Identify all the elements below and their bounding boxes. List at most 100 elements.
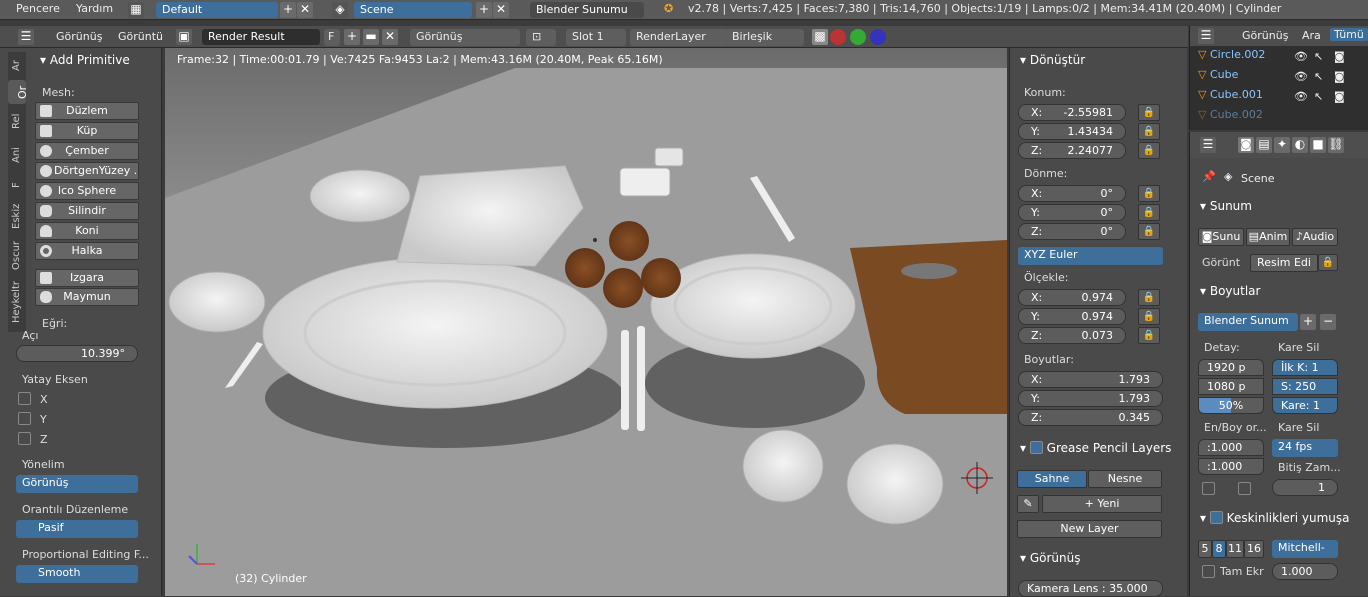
view-panel-title[interactable]: ▾ Görünüş: [1020, 551, 1081, 565]
layout-field[interactable]: Default: [156, 2, 278, 18]
new-layer-button[interactable]: New Layer: [1017, 520, 1162, 538]
animation-button[interactable]: ▤Anim: [1246, 228, 1290, 246]
location-x-field[interactable]: X: -2.55981: [1018, 104, 1126, 121]
lock-icon[interactable]: 🔒: [1138, 223, 1160, 240]
scene-tab-icon[interactable]: ✦: [1274, 137, 1290, 153]
layout-icon[interactable]: ▦: [128, 2, 144, 18]
add-ico-sphere-button[interactable]: Ico Sphere: [35, 182, 139, 200]
close-image-icon[interactable]: ✕: [382, 29, 398, 45]
add-cube-button[interactable]: Küp: [35, 122, 139, 140]
outliner-menu-view[interactable]: Görünüş: [1242, 29, 1288, 42]
time-remap-field[interactable]: 1: [1272, 479, 1338, 496]
dimension-z-field[interactable]: Z: 0.345: [1018, 409, 1163, 426]
render-button[interactable]: ◙Sunu: [1198, 228, 1244, 246]
dimension-x-field[interactable]: X: 1.793: [1018, 371, 1163, 388]
display-mode-select[interactable]: Görünüş: [410, 29, 520, 46]
fake-user-button[interactable]: F: [324, 29, 340, 46]
dimension-y-field[interactable]: Y: 1.793: [1018, 390, 1163, 407]
menu-help[interactable]: Yardım: [76, 2, 113, 15]
add-circle-button[interactable]: Çember: [35, 142, 139, 160]
crop-checkbox[interactable]: [1238, 482, 1251, 495]
lock-icon[interactable]: 🔒: [1138, 104, 1160, 121]
tab-physics[interactable]: F: [8, 174, 26, 196]
render-tab-icon[interactable]: ◙: [1238, 137, 1254, 153]
resolution-x-field[interactable]: 1920 p: [1198, 359, 1264, 376]
blue-channel-icon[interactable]: [870, 29, 886, 45]
tab-relations[interactable]: Rel: [8, 106, 26, 136]
aa-samples-5[interactable]: 5: [1198, 540, 1212, 558]
render-section-title[interactable]: ▾ Sunum: [1200, 199, 1252, 213]
scene-field[interactable]: Scene: [354, 2, 472, 18]
scale-z-field[interactable]: Z: 0.073: [1018, 327, 1126, 344]
aa-filter-select[interactable]: Mitchell-: [1272, 540, 1338, 558]
grease-pencil-title[interactable]: ▾ Grease Pencil Layers: [1020, 441, 1171, 455]
render-viewport[interactable]: Frame:32 | Time:00:01.79 | Ve:7425 Fa:94…: [165, 48, 1007, 596]
axis-x-checkbox[interactable]: [18, 392, 31, 405]
add-layout-icon[interactable]: +: [280, 2, 296, 18]
rotation-y-field[interactable]: Y: 0°: [1018, 204, 1126, 221]
green-channel-icon[interactable]: [850, 29, 866, 45]
display-select[interactable]: Resim Edi: [1250, 254, 1318, 272]
camera-lens-field[interactable]: Kamera Lens : 35.000: [1018, 580, 1163, 597]
proportional-edit-select[interactable]: Pasif: [16, 520, 138, 538]
border-checkbox[interactable]: [1202, 482, 1215, 495]
resolution-percent-slider[interactable]: 50%: [1198, 397, 1264, 414]
add-grid-button[interactable]: Izgara: [35, 269, 139, 287]
aspect-x-field[interactable]: :1.000: [1198, 439, 1264, 456]
lock-icon[interactable]: 🔒: [1318, 254, 1338, 271]
location-y-field[interactable]: Y: 1.43434: [1018, 123, 1126, 140]
menu-image[interactable]: Görüntü: [118, 30, 163, 43]
transform-title[interactable]: ▾ Dönüştür: [1020, 53, 1085, 67]
tab-tools[interactable]: Ar: [8, 52, 26, 80]
add-uv-sphere-button[interactable]: DörtgenYüzey ...: [35, 162, 139, 180]
add-torus-button[interactable]: Halka: [35, 242, 139, 260]
angle-field[interactable]: 10.399°: [16, 345, 138, 362]
add-cone-button[interactable]: Koni: [35, 222, 139, 240]
lock-icon[interactable]: 🔒: [1138, 289, 1160, 306]
add-scene-icon[interactable]: +: [476, 2, 492, 18]
rotation-z-field[interactable]: Z: 0°: [1018, 223, 1126, 240]
lock-icon[interactable]: 🔒: [1138, 142, 1160, 159]
scale-y-field[interactable]: Y: 0.974: [1018, 308, 1126, 325]
outliner-row[interactable]: ▽ Cube.001: [1198, 88, 1263, 106]
remove-scene-icon[interactable]: ✕: [493, 2, 509, 18]
rotation-x-field[interactable]: X: 0°: [1018, 185, 1126, 202]
resolution-y-field[interactable]: 1080 p: [1198, 378, 1264, 395]
filter-size-field[interactable]: 1.000: [1272, 563, 1338, 580]
render-engine-select[interactable]: Blender Sunumu: [530, 2, 644, 18]
new-image-icon[interactable]: +: [344, 29, 360, 45]
cursor-icon[interactable]: ↖: [1314, 70, 1323, 83]
camera-icon[interactable]: ◙: [1334, 90, 1345, 103]
tab-grease[interactable]: Eskiz: [8, 198, 26, 234]
eye-icon[interactable]: 👁: [1294, 70, 1308, 83]
location-z-field[interactable]: Z: 2.24077: [1018, 142, 1126, 159]
full-sample-checkbox[interactable]: [1202, 565, 1215, 578]
falloff-select[interactable]: Smooth: [16, 565, 138, 583]
scale-x-field[interactable]: X: 0.974: [1018, 289, 1126, 306]
lock-icon[interactable]: 🔒: [1138, 327, 1160, 344]
render-pass-select[interactable]: Birleşik: [726, 29, 804, 46]
menu-window[interactable]: Pencere: [16, 2, 60, 15]
editor-type-icon[interactable]: ☰: [1200, 137, 1216, 153]
audio-button[interactable]: ♪Audio: [1292, 228, 1338, 246]
cursor-icon[interactable]: ↖: [1314, 50, 1323, 63]
red-channel-icon[interactable]: [830, 29, 846, 45]
cursor-icon[interactable]: ↖: [1314, 90, 1323, 103]
camera-icon[interactable]: ◙: [1334, 50, 1345, 63]
render-preset-select[interactable]: Blender Sunum: [1198, 313, 1298, 331]
frame-start-field[interactable]: İlk K: 1: [1272, 359, 1338, 376]
eye-icon[interactable]: 👁: [1294, 90, 1308, 103]
outliner-row[interactable]: ▽ Circle.002: [1198, 48, 1265, 66]
scene-icon[interactable]: ◈: [332, 2, 348, 18]
lock-icon[interactable]: 🔒: [1138, 204, 1160, 221]
render-layer-select[interactable]: RenderLayer: [630, 29, 728, 46]
eye-icon[interactable]: 👁: [1294, 50, 1308, 63]
add-cylinder-button[interactable]: Silindir: [35, 202, 139, 220]
aa-samples-8[interactable]: 8: [1212, 540, 1226, 558]
add-preset-icon[interactable]: +: [1300, 314, 1316, 330]
tab-animation[interactable]: Ani: [8, 138, 26, 172]
tab-create[interactable]: Or: [8, 80, 29, 104]
add-monkey-button[interactable]: Maymun: [35, 288, 139, 306]
aa-samples-16[interactable]: 16: [1244, 540, 1264, 558]
tab-scene-gp[interactable]: Sahne: [1017, 470, 1087, 488]
